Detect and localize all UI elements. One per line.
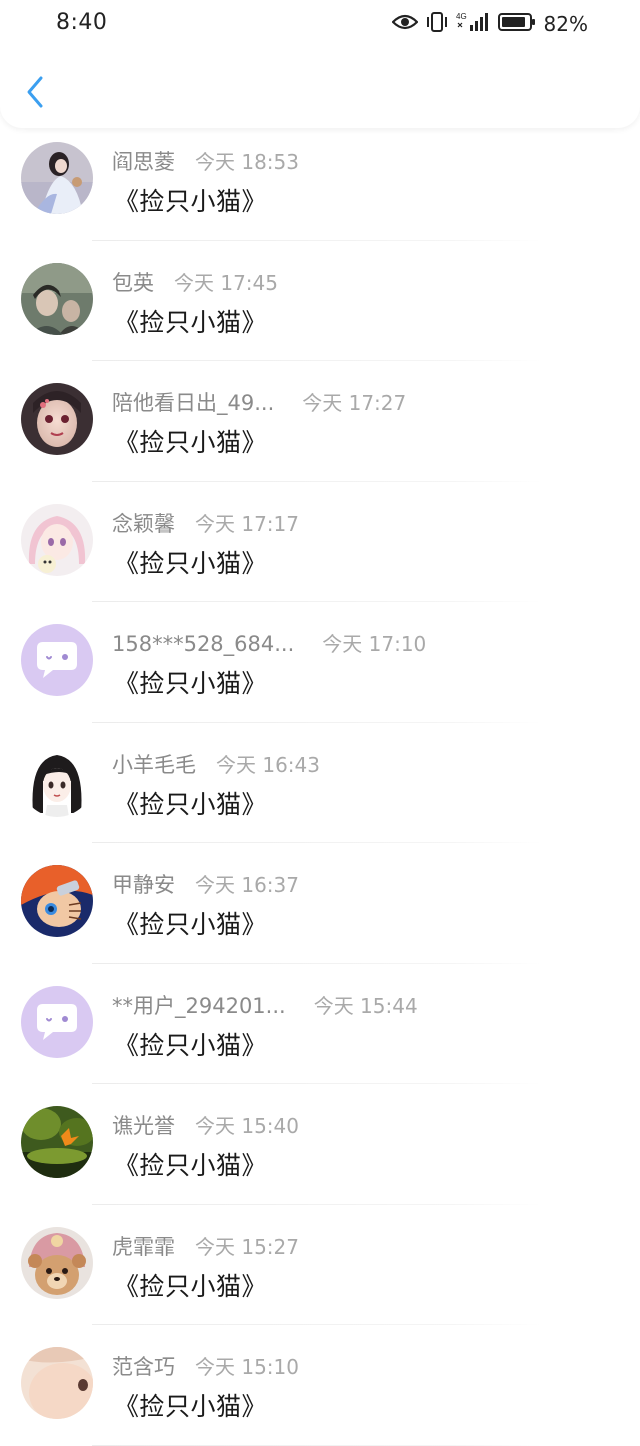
list-item[interactable]: 阎思菱 今天 18:53 《捡只小猫》: [0, 120, 640, 241]
comment-text[interactable]: 《捡只小猫》: [114, 905, 267, 941]
user-name[interactable]: 158***528_684...: [112, 632, 294, 656]
divider: [92, 1444, 542, 1446]
status-icons: 4G 82%: [390, 10, 588, 38]
comment-time: 今天 16:37: [195, 873, 299, 897]
comment-time: 今天 17:10: [322, 632, 427, 656]
eye-icon: [390, 13, 419, 35]
comment-meta: 念颖馨 今天 17:17: [112, 508, 299, 538]
chevron-left-icon: [24, 75, 46, 113]
comment-text[interactable]: 《捡只小猫》: [114, 182, 267, 218]
user-name[interactable]: 小羊毛毛: [112, 749, 196, 779]
list-item[interactable]: **用户_294201... 今天 15:44 《捡只小猫》: [0, 964, 640, 1084]
comment-meta: 158***528_684... 今天 17:10: [112, 628, 426, 657]
list-item[interactable]: 陪他看日出_49... 今天 17:27 《捡只小猫》: [0, 361, 640, 482]
vibrate-icon: [426, 11, 448, 37]
default-avatar-chat-bubble-icon[interactable]: [21, 624, 93, 696]
avatar[interactable]: [21, 865, 93, 937]
list-item[interactable]: 念颖馨 今天 17:17 《捡只小猫》: [0, 482, 640, 602]
comment-text[interactable]: 《捡只小猫》: [114, 1387, 267, 1423]
signal-icon: 4G: [456, 11, 490, 37]
network-type-label: 4G: [456, 12, 467, 21]
user-name[interactable]: 范含巧: [112, 1351, 175, 1381]
user-name[interactable]: 谯光誉: [112, 1110, 175, 1140]
comment-meta: 包英 今天 17:45: [112, 267, 278, 297]
avatar[interactable]: [21, 1106, 93, 1178]
avatar[interactable]: [21, 744, 93, 817]
user-name[interactable]: 虎霏霏: [112, 1231, 175, 1261]
comment-time: 今天 15:40: [195, 1114, 299, 1138]
user-name[interactable]: 陪他看日出_49...: [112, 387, 274, 417]
top-bar: 8:40 4G 82%: [0, 0, 640, 128]
avatar[interactable]: [21, 1347, 93, 1419]
list-item[interactable]: 虎霏霏 今天 15:27 《捡只小猫》: [0, 1205, 640, 1325]
comment-text[interactable]: 《捡只小猫》: [114, 423, 267, 459]
user-name[interactable]: 包英: [112, 267, 154, 297]
avatar[interactable]: [21, 262, 93, 335]
comment-time: 今天 15:10: [195, 1355, 299, 1379]
comment-time: 今天 16:43: [216, 752, 320, 777]
status-bar: 8:40 4G 82%: [0, 0, 640, 48]
comment-meta: 谯光誉 今天 15:40: [112, 1110, 299, 1140]
comment-meta: 阎思菱 今天 18:53: [112, 146, 299, 176]
comment-time: 今天 15:27: [195, 1234, 299, 1259]
status-time: 8:40: [56, 10, 108, 35]
comment-text[interactable]: 《捡只小猫》: [114, 1267, 267, 1303]
avatar[interactable]: [21, 1226, 93, 1299]
comment-list: 阎思菱 今天 18:53 《捡只小猫》 包英 今天 17:45 《捡只小猫》 陪他看日出_4…: [0, 120, 640, 1446]
avatar[interactable]: [21, 503, 93, 576]
user-name[interactable]: 念颖馨: [112, 508, 175, 538]
list-item[interactable]: 甲静安 今天 16:37 《捡只小猫》: [0, 843, 640, 964]
avatar[interactable]: [21, 142, 93, 214]
back-button[interactable]: [20, 76, 50, 112]
user-name[interactable]: 甲静安: [112, 869, 175, 899]
comment-text[interactable]: 《捡只小猫》: [114, 1146, 267, 1182]
comment-time: 今天 17:27: [302, 391, 407, 415]
list-item[interactable]: 范含巧 今天 15:10 《捡只小猫》: [0, 1325, 640, 1446]
comment-text[interactable]: 《捡只小猫》: [114, 544, 267, 580]
user-name[interactable]: **用户_294201...: [112, 990, 286, 1020]
list-item[interactable]: 小羊毛毛 今天 16:43 《捡只小猫》: [0, 723, 640, 843]
comment-meta: 范含巧 今天 15:10: [112, 1351, 299, 1381]
battery-icon: [497, 12, 536, 36]
comment-meta: 陪他看日出_49... 今天 17:27: [112, 387, 406, 417]
user-name[interactable]: 阎思菱: [112, 146, 175, 176]
comment-meta: 虎霏霏 今天 15:27: [112, 1231, 299, 1261]
comment-text[interactable]: 《捡只小猫》: [114, 1026, 267, 1062]
default-avatar-chat-bubble-icon[interactable]: [21, 985, 93, 1058]
comment-time: 今天 15:44: [313, 993, 418, 1018]
list-item[interactable]: 包英 今天 17:45 《捡只小猫》: [0, 241, 640, 361]
comment-time: 今天 17:17: [195, 511, 299, 536]
list-item[interactable]: 谯光誉 今天 15:40 《捡只小猫》: [0, 1084, 640, 1205]
comment-text[interactable]: 《捡只小猫》: [114, 785, 267, 821]
avatar[interactable]: [21, 383, 93, 455]
comment-text[interactable]: 《捡只小猫》: [114, 303, 267, 339]
list-item[interactable]: 158***528_684... 今天 17:10 《捡只小猫》: [0, 602, 640, 723]
comment-time: 今天 18:53: [195, 150, 299, 174]
comment-time: 今天 17:45: [174, 270, 278, 295]
comment-meta: 小羊毛毛 今天 16:43: [112, 749, 320, 779]
comment-meta: 甲静安 今天 16:37: [112, 869, 299, 899]
battery-percent: 82%: [543, 12, 588, 36]
comment-text[interactable]: 《捡只小猫》: [114, 664, 267, 700]
comment-meta: **用户_294201... 今天 15:44: [112, 990, 418, 1020]
